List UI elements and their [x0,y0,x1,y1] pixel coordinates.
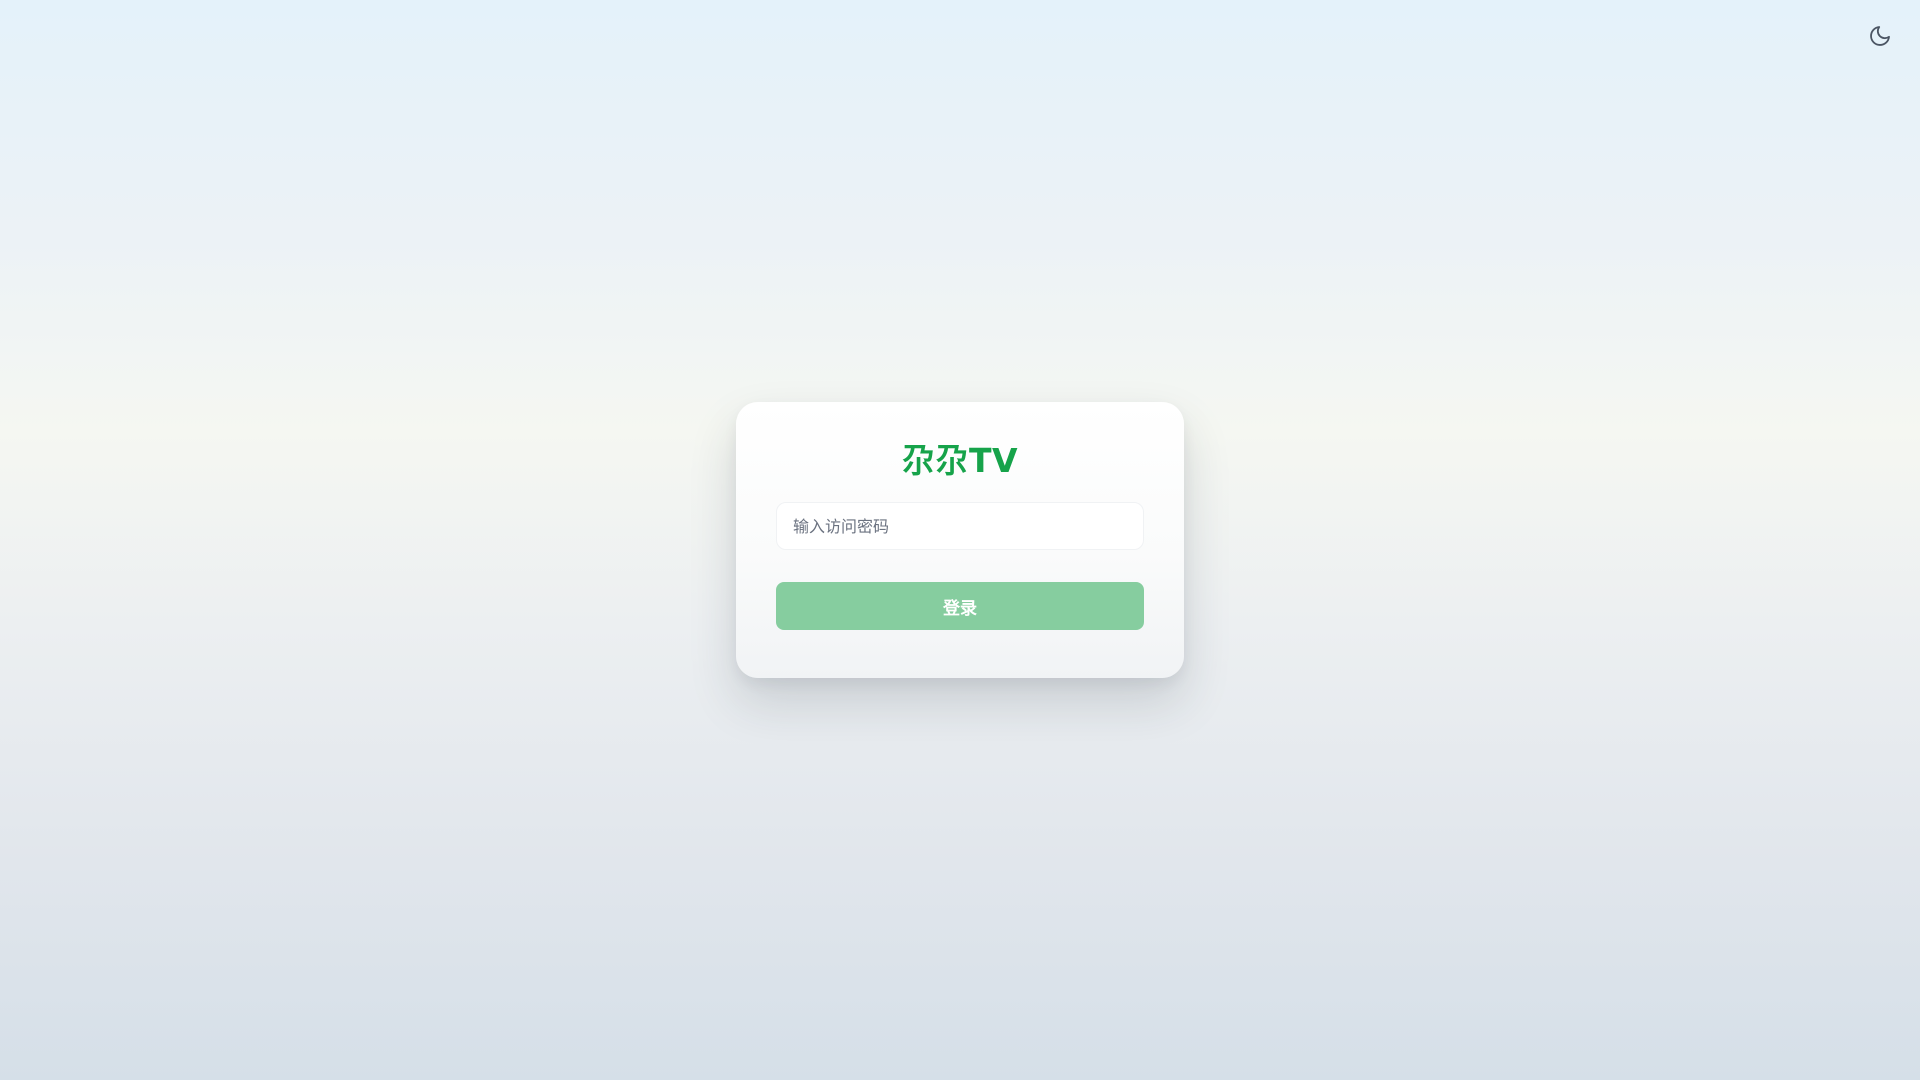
password-input[interactable] [776,502,1144,550]
site-title: 尕尕TV [901,441,1019,480]
login-button[interactable]: 登录 [776,582,1144,630]
theme-toggle-button[interactable] [1864,20,1896,52]
moon-icon [1868,24,1892,48]
login-card: 尕尕TV 登录 [736,402,1184,678]
